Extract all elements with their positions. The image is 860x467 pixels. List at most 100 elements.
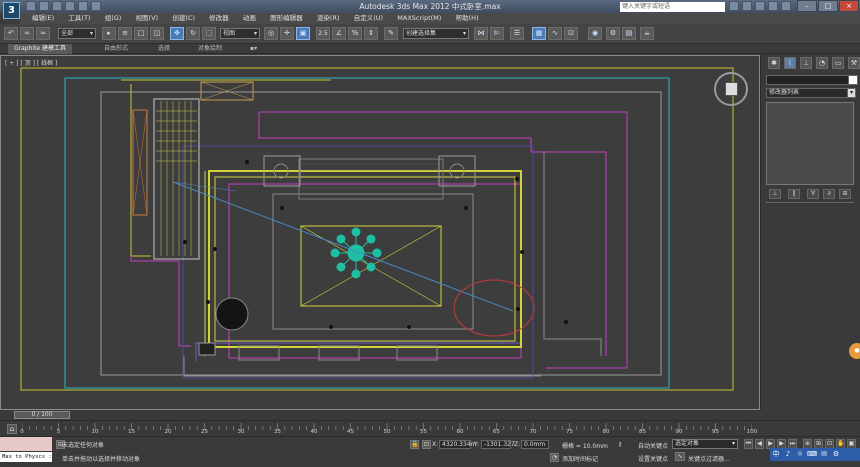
transform-mode-icon[interactable]: ⊡ — [422, 440, 431, 449]
new-file-icon[interactable] — [26, 1, 36, 11]
key-icon[interactable]: ⌂ — [7, 424, 17, 434]
undo-icon[interactable] — [65, 1, 75, 11]
add-time-tag[interactable]: 添加时间标记 — [562, 454, 598, 463]
menu-modifiers[interactable]: 修改器 — [203, 13, 235, 24]
ime-tray[interactable]: 中 ♪ ☼ ⌨ ✉ ⚙ — [770, 448, 860, 461]
open-file-icon[interactable] — [39, 1, 49, 11]
curve-editor-icon[interactable]: ∿ — [548, 27, 562, 40]
menu-animation[interactable]: 动画 — [237, 13, 262, 24]
material-editor-icon[interactable]: ◉ — [588, 27, 602, 40]
show-end-result-icon[interactable]: ‖ — [788, 189, 800, 199]
key-filter-icon[interactable]: ∿ — [675, 452, 685, 461]
menu-maxscript[interactable]: MAXScript(M) — [391, 13, 447, 24]
tab-graphite-modeling[interactable]: Graphite 建模工具 — [8, 44, 73, 54]
hierarchy-tab-icon[interactable]: ⊥ — [800, 57, 812, 69]
create-tab-icon[interactable]: ✱ — [768, 57, 780, 69]
viewcube[interactable] — [714, 72, 748, 106]
select-manipulate-icon[interactable]: ✛ — [280, 27, 294, 40]
make-unique-icon[interactable]: ∀ — [807, 189, 819, 199]
top-viewport[interactable]: [ + ] [ 顶 ] [ 线框 ] — [0, 55, 760, 410]
menu-rendering[interactable]: 渲染(R) — [311, 13, 346, 24]
reference-coord-select[interactable]: 视图 — [220, 28, 260, 39]
menu-edit[interactable]: 编辑(E) — [26, 13, 60, 24]
close-button[interactable]: × — [839, 0, 859, 12]
favorites-icon[interactable] — [768, 1, 778, 11]
key-filters-button[interactable]: 关键点过滤器... — [688, 454, 730, 463]
x-coordinate-field[interactable]: 4320.334m — [439, 440, 476, 449]
configure-modifier-sets-icon[interactable]: ⊞ — [839, 189, 851, 199]
link-icon[interactable]: ∞ — [20, 27, 34, 40]
align-icon[interactable]: ⊫ — [490, 27, 504, 40]
floating-assistant-icon[interactable]: ● — [849, 343, 860, 359]
menu-views[interactable]: 视图(V) — [130, 13, 165, 24]
pin-stack-icon[interactable]: ⊥ — [769, 189, 781, 199]
keyboard-icon[interactable]: ⌨ — [806, 448, 818, 461]
set-key-button[interactable]: 设置关键点 — [638, 454, 668, 463]
ribbon-options-icon[interactable]: ▪▾ — [250, 44, 257, 54]
time-slider[interactable]: 0 / 100 — [0, 410, 860, 420]
modifier-stack[interactable] — [766, 102, 854, 185]
mail-icon[interactable]: ✉ — [818, 448, 830, 461]
ime-mode-icon[interactable]: ☼ — [794, 448, 806, 461]
viewcube-top-face[interactable] — [725, 82, 738, 96]
redo-icon[interactable] — [78, 1, 88, 11]
undo-icon[interactable]: ↶ — [4, 27, 18, 40]
pivot-center-icon[interactable]: ◎ — [264, 27, 278, 40]
select-rotate-icon[interactable]: ↻ — [186, 27, 200, 40]
key-icon[interactable]: ⚷ — [612, 441, 628, 450]
select-by-name-icon[interactable]: ≡ — [118, 27, 132, 40]
menu-group[interactable]: 组(G) — [99, 13, 128, 24]
ime-sound-icon[interactable]: ♪ — [782, 448, 794, 461]
menu-tools[interactable]: 工具(T) — [62, 13, 96, 24]
unlink-icon[interactable]: ≈ — [36, 27, 50, 40]
render-setup-icon[interactable]: ⚙ — [606, 27, 620, 40]
rendered-frame-icon[interactable]: ▤ — [622, 27, 636, 40]
subscription-icon[interactable] — [742, 1, 752, 11]
display-tab-icon[interactable]: ▭ — [832, 57, 844, 69]
time-slider-thumb[interactable]: 0 / 100 — [14, 411, 70, 419]
minimize-button[interactable]: – — [797, 0, 817, 12]
y-coordinate-field[interactable]: -1301.327 — [481, 440, 515, 449]
window-crossing-icon[interactable]: ◫ — [150, 27, 164, 40]
maximize-button[interactable]: □ — [818, 0, 838, 12]
search-input[interactable]: 键入关键字或短语 — [620, 2, 725, 12]
tab-object-paint[interactable]: 对象绘制 — [198, 44, 222, 54]
ime-language-icon[interactable]: 中 — [770, 448, 782, 461]
chevron-down-icon[interactable]: ▾ — [847, 88, 856, 98]
object-color-swatch[interactable] — [848, 75, 858, 85]
select-scale-icon[interactable]: ⬚ — [202, 27, 216, 40]
menu-customize[interactable]: 自定义(U) — [348, 13, 389, 24]
layer-manager-icon[interactable]: ☰ — [510, 27, 524, 40]
selection-filter-select[interactable]: 全部 — [58, 28, 96, 39]
help-icon[interactable] — [781, 1, 791, 11]
edit-named-selection-icon[interactable]: ✎ — [384, 27, 398, 40]
save-file-icon[interactable] — [52, 1, 62, 11]
keyboard-shortcut-icon[interactable]: ▣ — [296, 27, 310, 40]
maxscript-mini-listener[interactable]: Max to Physcs : — [0, 452, 52, 462]
app-logo[interactable]: 3 — [3, 2, 20, 19]
object-name-field[interactable] — [766, 75, 854, 85]
tab-selection[interactable]: 选择 — [158, 44, 170, 54]
utilities-tab-icon[interactable]: ⚒ — [848, 57, 860, 69]
graphite-toggle-icon[interactable]: ▦ — [532, 27, 546, 40]
tab-freeform[interactable]: 自由形式 — [104, 44, 128, 54]
named-selection-select[interactable]: 创建选择集 — [403, 28, 469, 39]
z-coordinate-field[interactable]: 0.0mm — [521, 440, 549, 449]
prev-frame-icon[interactable]: ◀ — [755, 439, 764, 449]
settings-icon[interactable]: ⚙ — [830, 448, 842, 461]
menu-create[interactable]: 创建(C) — [166, 13, 201, 24]
go-to-start-icon[interactable]: ⏮ — [744, 439, 753, 449]
render-production-icon[interactable]: ☕ — [640, 27, 654, 40]
track-bar[interactable]: ⌂ 0 5 10 15 20 25 30 35 40 45 50 55 60 65 70 75 80 85 90 95… — [0, 420, 860, 436]
select-move-icon[interactable]: ✥ — [170, 27, 184, 40]
maxscript-listener-pink[interactable] — [0, 437, 52, 451]
communication-center-icon[interactable] — [755, 1, 765, 11]
key-mode-select[interactable]: 选定对象 — [672, 439, 738, 449]
rect-selection-icon[interactable]: □ — [134, 27, 148, 40]
mirror-icon[interactable]: ⋈ — [474, 27, 488, 40]
angle-snap-icon[interactable]: ∠ — [332, 27, 346, 40]
remove-modifier-icon[interactable]: ∂ — [823, 189, 835, 199]
modifier-list-select[interactable]: 修改器列表 — [766, 88, 848, 98]
search-icon[interactable] — [729, 1, 739, 11]
percent-snap-icon[interactable]: % — [348, 27, 362, 40]
